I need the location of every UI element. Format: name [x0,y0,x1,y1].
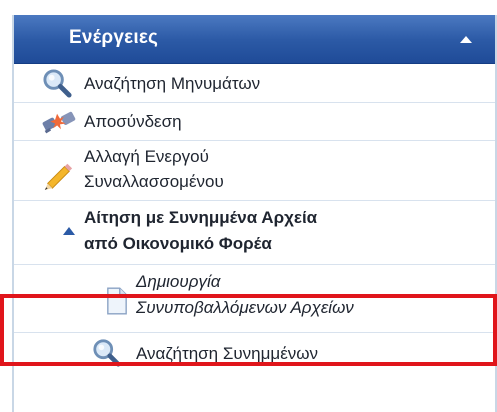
panel-title: Ενέργειες [69,27,159,48]
action-label-line1: Αλλαγή Ενεργού [84,147,209,166]
magnifier-icon [93,339,121,367]
action-request-attachments[interactable]: Αίτηση με Συνημμένα Αρχεία από Οικονομικ… [14,201,495,265]
disconnect-icon [42,111,76,134]
action-disconnect[interactable]: Αποσύνδεση [14,103,495,141]
action-label: Αποσύνδεση [84,112,182,131]
triangle-up-icon [63,227,75,235]
action-search-attachments[interactable]: Αναζήτηση Συνημμένων [14,333,495,373]
action-change-counterparty[interactable]: Αλλαγή Ενεργού Συναλλασσομένου [14,141,495,201]
action-label: Αναζήτηση Συνημμένων [136,344,319,363]
action-search-messages[interactable]: Αναζήτηση Μηνυμάτων [14,64,495,103]
action-label-line1: Αίτηση με Συνημμένα Αρχεία [84,208,318,227]
panel-header[interactable]: Ενέργειες [14,15,495,64]
action-label-line2: Συνυποβαλλόμενων Αρχείων [136,298,354,317]
action-create-cosubmitted-files[interactable]: Δημιουργία Συνυποβαλλόμενων Αρχείων [14,265,495,333]
action-label-line1: Δημιουργία [136,272,221,291]
action-label-line2: Συναλλασσομένου [84,172,224,191]
action-label-line2: από Οικονομικό Φορέα [84,234,272,253]
chevron-up-icon[interactable] [455,28,477,50]
pencil-icon [44,163,73,191]
magnifier-icon [43,69,72,98]
action-label: Αναζήτηση Μηνυμάτων [84,74,261,93]
actions-panel: Ενέργειες Αναζήτηση Μηνυμάτων Αποσύνδεση [12,15,497,412]
document-icon [107,287,127,315]
